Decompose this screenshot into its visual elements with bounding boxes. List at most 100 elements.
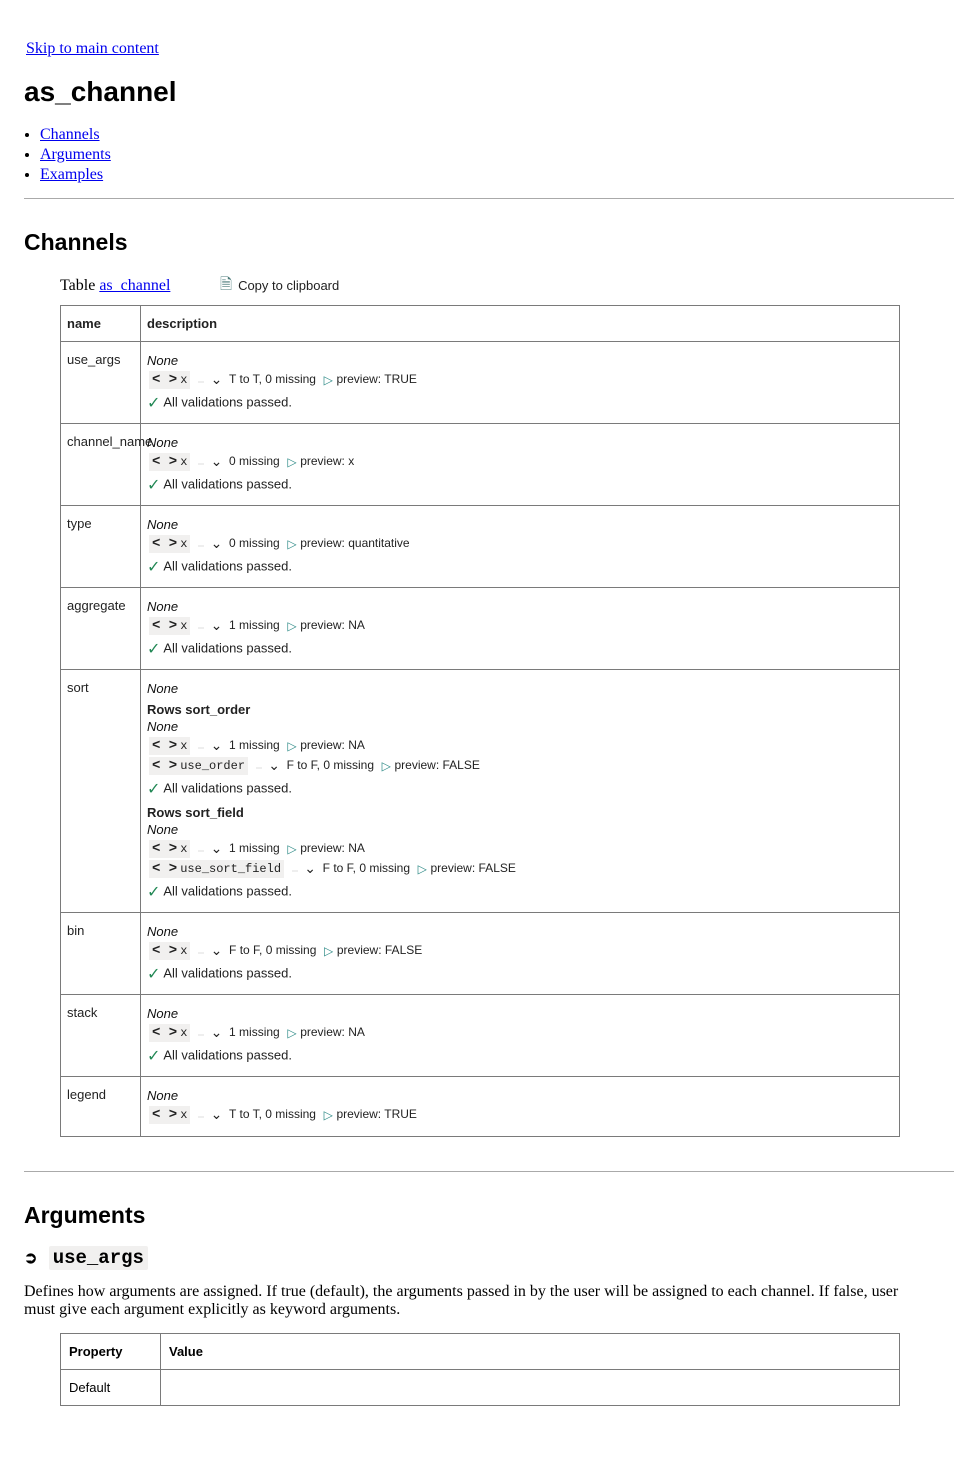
preview-play-icon[interactable]: ▷: [324, 373, 333, 387]
attr-code: < >x: [149, 617, 190, 635]
attr-dtype: [198, 850, 204, 852]
row-desc: None < >x ⌄ T to T, 0 missing ▷ preview:…: [141, 1077, 900, 1137]
attr-code: < >x: [149, 942, 190, 960]
attr-range: 1 missing: [229, 738, 280, 752]
chevron-down-icon: ⌄: [211, 1024, 223, 1041]
attr-row: < >x ⌄ 0 missing ▷ preview: x: [149, 453, 893, 471]
code-icon: < >: [152, 738, 177, 754]
table-row: use_args None < >x ⌄ T to T, 0 missing ▷…: [61, 342, 900, 424]
preview-play-icon[interactable]: ▷: [287, 455, 296, 469]
copy-label[interactable]: Copy to clipboard: [238, 278, 339, 293]
preview-play-icon[interactable]: ▷: [287, 619, 296, 633]
attr-dtype: [198, 1116, 204, 1118]
attr-range: T to T, 0 missing: [229, 372, 316, 386]
code-icon: < >: [152, 943, 177, 959]
row-desc: None < >x ⌄ T to T, 0 missing ▷ preview:…: [141, 342, 900, 424]
attr-preview: preview: FALSE: [431, 861, 516, 875]
table-row: aggregate None < >x ⌄ 1 missing ▷ previe…: [61, 588, 900, 670]
th-name: name: [61, 306, 141, 342]
attr-range: 0 missing: [229, 536, 280, 550]
attr-row: < >x ⌄ 1 missing ▷ preview: NA: [149, 1024, 893, 1042]
check-icon: ✓: [147, 1048, 160, 1065]
attr-preview: preview: NA: [300, 1025, 365, 1039]
code-icon: < >: [152, 454, 177, 470]
arguments-table: Property Value Default: [60, 1333, 900, 1406]
skip-to-content-link[interactable]: Skip to main content: [26, 40, 159, 57]
table-row: bin None < >x ⌄ F to F, 0 missing ▷ prev…: [61, 913, 900, 995]
chevron-down-icon: ⌄: [268, 757, 280, 774]
attr-preview: preview: NA: [300, 618, 365, 632]
toc-link-examples[interactable]: Examples: [40, 166, 103, 183]
attr-dtype: [198, 545, 204, 547]
copy-icon[interactable]: 🗎: [220, 277, 232, 293]
none-label: None: [147, 719, 893, 734]
attr-range: F to F, 0 missing: [323, 861, 410, 875]
code-icon: < >: [152, 1107, 177, 1123]
check-icon: ✓: [147, 884, 160, 901]
attr-code: < >x: [149, 535, 190, 553]
toc-link-channels[interactable]: Channels: [40, 126, 100, 143]
check-icon: ✓: [147, 559, 160, 576]
th-value: Value: [161, 1334, 900, 1370]
attr-row: < >x ⌄ 1 missing ▷ preview: NA: [149, 840, 893, 858]
code-icon: < >: [152, 758, 177, 774]
attr-range: 0 missing: [229, 454, 280, 468]
table-row: type None < >x ⌄ 0 missing ▷ preview: qu…: [61, 506, 900, 588]
chevron-down-icon: ⌄: [211, 617, 223, 634]
table-name-link[interactable]: as_channel: [99, 277, 170, 294]
validation-ok: ✓ All validations passed.: [147, 1046, 893, 1066]
preview-play-icon[interactable]: ▷: [418, 862, 427, 876]
row-name: type: [61, 506, 141, 588]
attr-code: < >use_sort_field: [149, 860, 284, 878]
attr-row: < >x ⌄ 0 missing ▷ preview: quantitative: [149, 535, 893, 553]
validation-ok: ✓ All validations passed.: [147, 779, 893, 799]
attr-code: < >x: [149, 840, 190, 858]
row-name: legend: [61, 1077, 141, 1137]
row-name: stack: [61, 995, 141, 1077]
attr-dtype: [292, 870, 298, 872]
check-icon: ✓: [147, 641, 160, 658]
argument-name-heading: ➲ use_args: [24, 1247, 954, 1269]
none-label: None: [147, 822, 893, 837]
preview-play-icon[interactable]: ▷: [382, 759, 391, 773]
attr-dtype: [198, 952, 204, 954]
validation-ok: ✓ All validations passed.: [147, 882, 893, 902]
preview-play-icon[interactable]: ▷: [287, 1026, 296, 1040]
row-name: sort: [61, 670, 141, 913]
attr-dtype: [198, 747, 204, 749]
attr-range: F to F, 0 missing: [229, 943, 316, 957]
preview-play-icon[interactable]: ▷: [287, 842, 296, 856]
arrow-right-icon: ➲: [24, 1250, 37, 1267]
validation-ok: ✓ All validations passed.: [147, 964, 893, 984]
argument-name: use_args: [49, 1246, 148, 1270]
preview-play-icon[interactable]: ▷: [324, 1108, 333, 1122]
attr-row: < >x ⌄ 1 missing ▷ preview: NA: [149, 617, 893, 635]
attr-row: < >use_order ⌄ F to F, 0 missing ▷ previ…: [149, 757, 893, 775]
attr-code: < >use_order: [149, 757, 248, 775]
attr-dtype: [198, 1034, 204, 1036]
attr-preview: preview: TRUE: [336, 372, 416, 386]
row-desc: None < >x ⌄ 0 missing ▷ preview: x ✓ All…: [141, 424, 900, 506]
code-icon: < >: [152, 861, 177, 877]
chevron-down-icon: ⌄: [211, 942, 223, 959]
channels-table: name description use_args None < >x ⌄ T …: [60, 305, 900, 1137]
row-desc: None < >x ⌄ 1 missing ▷ preview: NA ✓ Al…: [141, 995, 900, 1077]
check-icon: ✓: [147, 395, 160, 412]
validation-ok: ✓ All validations passed.: [147, 639, 893, 659]
row-desc: NoneRows sort_orderNone < >x ⌄ 1 missing…: [141, 670, 900, 913]
attr-row: < >x ⌄ T to T, 0 missing ▷ preview: TRUE: [149, 371, 893, 389]
row-name: use_args: [61, 342, 141, 424]
toc-link-arguments[interactable]: Arguments: [40, 146, 111, 163]
attr-dtype: [198, 627, 204, 629]
chevron-down-icon: ⌄: [211, 840, 223, 857]
page-title: as_channel: [24, 76, 954, 108]
attr-preview: preview: FALSE: [394, 758, 479, 772]
attr-range: 1 missing: [229, 1025, 280, 1039]
attr-preview: preview: FALSE: [337, 943, 422, 957]
row-name: channel_name: [61, 424, 141, 506]
preview-play-icon[interactable]: ▷: [324, 944, 333, 958]
attr-code: < >x: [149, 371, 190, 389]
row-name: aggregate: [61, 588, 141, 670]
preview-play-icon[interactable]: ▷: [287, 739, 296, 753]
preview-play-icon[interactable]: ▷: [287, 537, 296, 551]
